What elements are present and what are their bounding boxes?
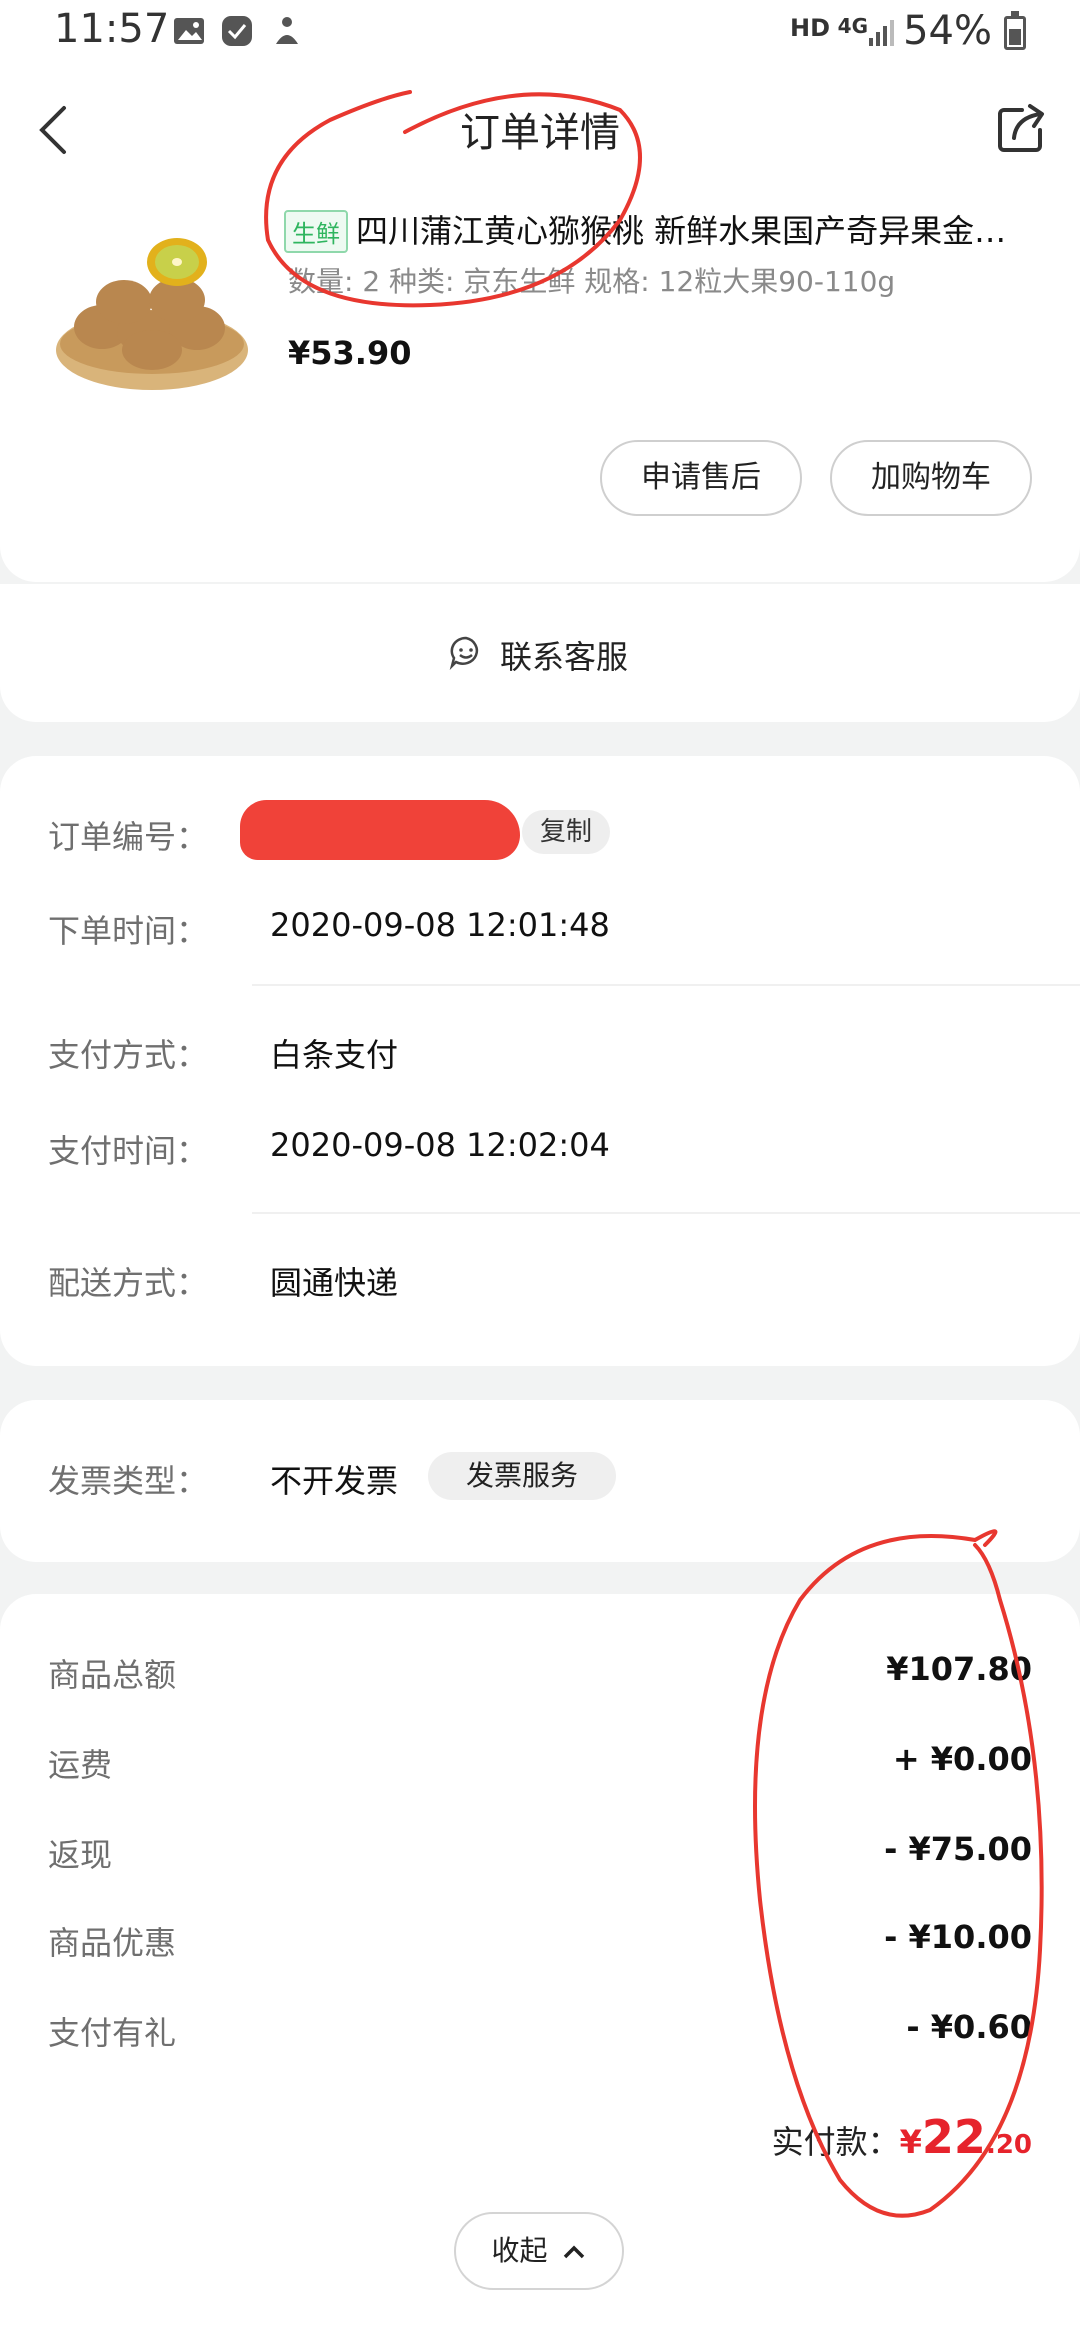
amount-label: 运费 (48, 1746, 113, 1784)
pay-time-label: 支付时间： (48, 1132, 209, 1170)
pay-method-label: 支付方式： (48, 1036, 209, 1074)
paid-currency: ¥ (899, 2123, 922, 2161)
amount-label: 商品总额 (48, 1656, 177, 1694)
amount-label: 支付有礼 (48, 2014, 177, 2052)
paid-decimal: .20 (985, 2130, 1032, 2160)
status-bar: 11:57 HD 4G 54% (0, 0, 1080, 64)
amount-value: - ¥75.00 (884, 1830, 1032, 1868)
redacted-order-number (240, 800, 520, 860)
invoice-type-label: 发票类型： (48, 1462, 209, 1500)
collapse-label: 收起 (491, 2234, 548, 2267)
amount-value: - ¥0.60 (906, 2008, 1032, 2046)
order-number-label: 订单编号： (48, 818, 209, 856)
product-image[interactable] (52, 232, 252, 402)
pay-method-value: 白条支付 (270, 1036, 399, 1074)
signal-icon (869, 20, 894, 46)
delivery-value: 圆通快递 (270, 1264, 399, 1302)
amount-value: + ¥0.00 (892, 1740, 1032, 1778)
invoice-type-value: 不开发票 (270, 1462, 399, 1500)
app-notification-icon (276, 17, 298, 44)
divider (252, 984, 1080, 986)
gallery-icon (174, 18, 204, 44)
product-price: ¥53.90 (288, 334, 412, 372)
chevron-up-icon (564, 2245, 585, 2259)
hd-indicator: HD (789, 14, 830, 42)
pay-time-value: 2020-09-08 12:02:04 (270, 1126, 610, 1164)
amount-value: - ¥10.00 (884, 1918, 1032, 1956)
amount-label: 商品优惠 (48, 1924, 177, 1962)
invoice-service-button[interactable]: 发票服务 (428, 1452, 616, 1500)
status-time: 11:57 (54, 6, 170, 52)
add-to-cart-button[interactable]: 加购物车 (830, 440, 1032, 516)
amount-label: 返现 (48, 1836, 113, 1874)
product-spec: 数量: 2 种类: 京东生鲜 规格: 12粒大果90-110g (288, 265, 896, 298)
product-name[interactable]: 四川蒲江黄心猕猴桃 新鲜水果国产奇异果金… (356, 206, 1036, 252)
copy-button[interactable]: 复制 (522, 810, 610, 854)
battery-percent: 54% (903, 8, 992, 54)
notification-check-icon (222, 16, 252, 46)
contact-service-label[interactable]: 联系客服 (500, 632, 628, 678)
chat-smile-icon (449, 636, 479, 670)
share-icon[interactable] (992, 98, 1052, 158)
paid-total: 实付款：¥22.20 (772, 2110, 1032, 2164)
paid-integer: 22 (921, 2110, 986, 2164)
page-title: 订单详情 (460, 110, 620, 156)
fresh-tag: 生鲜 (284, 210, 348, 253)
amount-value: ¥107.80 (886, 1650, 1032, 1688)
network-type: 4G (837, 14, 868, 38)
collapse-button[interactable]: 收起 (454, 2212, 624, 2290)
delivery-label: 配送方式： (48, 1264, 209, 1302)
divider (252, 1212, 1080, 1214)
battery-icon (1004, 11, 1026, 50)
after-sale-button[interactable]: 申请售后 (600, 440, 802, 516)
paid-label: 实付款： (771, 2123, 900, 2161)
order-time-label: 下单时间： (48, 912, 209, 950)
order-time-value: 2020-09-08 12:01:48 (270, 906, 610, 944)
